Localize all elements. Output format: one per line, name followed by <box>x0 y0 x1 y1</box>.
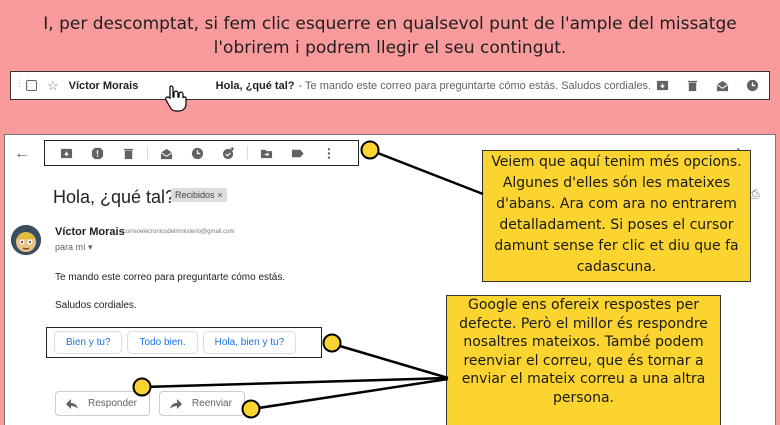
connector-line <box>332 342 449 380</box>
annotation-overlay <box>132 140 484 419</box>
marker-dot <box>241 399 261 419</box>
marker-dot <box>132 377 152 397</box>
connector-line <box>369 148 484 196</box>
marker-dot <box>322 333 342 353</box>
marker-dot <box>360 140 380 160</box>
